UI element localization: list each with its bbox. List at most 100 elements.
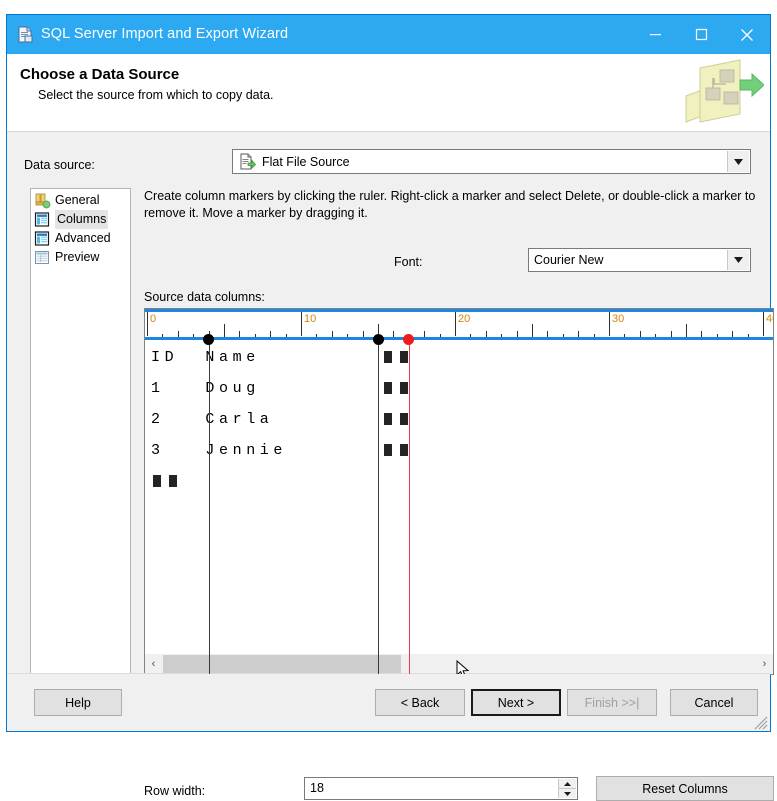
ruler-tick: [748, 334, 749, 337]
ruler-tick: [224, 324, 225, 337]
font-combobox[interactable]: Courier New: [528, 248, 751, 272]
wizard-window: SQL Server Import and Export Wizard Choo…: [6, 14, 771, 732]
data-source-combobox[interactable]: Flat File Source: [232, 149, 751, 174]
settings-nav-list[interactable]: General Columns: [30, 188, 131, 675]
column-ruler[interactable]: 010203040: [145, 309, 773, 340]
ruler-tick: [270, 331, 271, 337]
control-char-glyph: [384, 382, 392, 394]
stepper-up-icon[interactable]: [559, 779, 576, 789]
close-button[interactable]: [724, 15, 770, 54]
page-title: Choose a Data Source: [20, 66, 179, 83]
ruler-tick: [440, 334, 441, 337]
page-subtitle: Select the source from which to copy dat…: [38, 88, 274, 102]
sidebar-item-label: General: [55, 191, 99, 210]
ruler-tick: [332, 331, 333, 337]
row-width-input[interactable]: 18: [304, 777, 578, 800]
ruler-tick: [363, 331, 364, 337]
ruler-tick: [671, 331, 672, 337]
advanced-grid-icon: [34, 231, 51, 247]
title-bar: SQL Server Import and Export Wizard: [7, 15, 770, 54]
wizard-document-icon: [17, 26, 34, 43]
ruler-tick: [316, 334, 317, 337]
scrollbar-thumb[interactable]: [163, 655, 401, 673]
ruler-major-label: 0: [150, 313, 156, 325]
ruler-tick: [393, 331, 394, 337]
column-marker-handle[interactable]: [373, 334, 384, 345]
ruler-tick: [563, 334, 564, 337]
ruler-tick: [486, 331, 487, 337]
row-width-label: Row width:: [144, 784, 205, 798]
page-header: Choose a Data Source Select the source f…: [7, 54, 770, 132]
source-data-columns-panel[interactable]: 010203040 ID Name1 Doug2 Carla3 Jennie ‹…: [144, 308, 774, 675]
ruler-tick: [178, 331, 179, 337]
ruler-tick: [286, 334, 287, 337]
minimize-icon: [649, 28, 662, 41]
scroll-right-arrow-icon[interactable]: ›: [756, 654, 773, 674]
font-value: Courier New: [534, 253, 603, 267]
ruler-tick: [655, 334, 656, 337]
control-char-glyph: [384, 444, 392, 456]
scroll-left-arrow-icon[interactable]: ‹: [145, 654, 162, 674]
data-row: ID Name: [151, 342, 260, 373]
reset-columns-button[interactable]: Reset Columns: [596, 776, 774, 801]
data-source-label: Data source:: [24, 158, 95, 172]
row-width-stepper[interactable]: [558, 779, 576, 798]
ruler-tick: [239, 331, 240, 337]
row-width-marker-line[interactable]: [409, 340, 410, 674]
ruler-major-label: 10: [304, 313, 316, 325]
column-marker-line[interactable]: [209, 340, 210, 674]
ruler-tick: [501, 334, 502, 337]
data-row: 1 Doug: [151, 373, 260, 404]
data-source-value: Flat File Source: [262, 155, 350, 169]
ruler-tick: [255, 334, 256, 337]
ruler-tick: [717, 334, 718, 337]
maximize-icon: [695, 28, 708, 41]
ruler-tick: [424, 331, 425, 337]
control-char-glyph: [400, 382, 408, 394]
control-char-glyph: [400, 351, 408, 363]
ruler-tick: [732, 331, 733, 337]
ruler-tick: [578, 331, 579, 337]
sidebar-item-columns[interactable]: Columns: [31, 210, 130, 229]
control-char-glyph: [400, 444, 408, 456]
back-button[interactable]: < Back: [375, 689, 465, 716]
ruler-tick: [640, 331, 641, 337]
font-label: Font:: [394, 255, 423, 269]
minimize-button[interactable]: [632, 15, 678, 54]
window-title: SQL Server Import and Export Wizard: [41, 26, 288, 42]
control-char-glyph: [169, 475, 177, 487]
wizard-body: Data source: Flat File Source: [7, 132, 770, 673]
data-preview-grid: ID Name1 Doug2 Carla3 Jennie: [145, 340, 773, 652]
ruler-tick: [517, 331, 518, 337]
preview-grid-icon: [34, 250, 51, 266]
cancel-button[interactable]: Cancel: [670, 689, 758, 716]
data-flow-arrow-graphic: [678, 58, 764, 128]
row-width-value: 18: [310, 781, 324, 795]
maximize-button[interactable]: [678, 15, 724, 54]
next-button[interactable]: Next >: [471, 689, 561, 716]
ruler-tick: [624, 334, 625, 337]
ruler-major-label: 20: [458, 313, 470, 325]
column-marker-line[interactable]: [378, 340, 379, 674]
sidebar-item-general[interactable]: General: [31, 191, 130, 210]
font-chevron-down-icon[interactable]: [727, 250, 749, 270]
sidebar-item-label: Advanced: [55, 229, 111, 248]
stepper-down-icon[interactable]: [559, 789, 576, 798]
data-source-chevron-down-icon[interactable]: [727, 151, 749, 172]
columns-grid-icon: [34, 212, 51, 228]
wizard-footer: Help < Back Next > Finish >>| Cancel: [7, 673, 770, 731]
ruler-major-label: 40: [766, 313, 774, 325]
sidebar-item-label: Preview: [55, 248, 99, 267]
ruler-ticks: 010203040: [145, 312, 773, 337]
ruler-tick: [532, 324, 533, 337]
ruler-tick: [701, 331, 702, 337]
control-char-glyph: [153, 475, 161, 487]
control-char-glyph: [400, 413, 408, 425]
help-button[interactable]: Help: [34, 689, 122, 716]
sidebar-item-advanced[interactable]: Advanced: [31, 229, 130, 248]
resize-grip-icon[interactable]: [754, 716, 768, 730]
source-data-columns-label: Source data columns:: [144, 290, 265, 304]
mouse-cursor: [456, 660, 470, 675]
ruler-tick: [686, 324, 687, 337]
sidebar-item-preview[interactable]: Preview: [31, 248, 130, 267]
